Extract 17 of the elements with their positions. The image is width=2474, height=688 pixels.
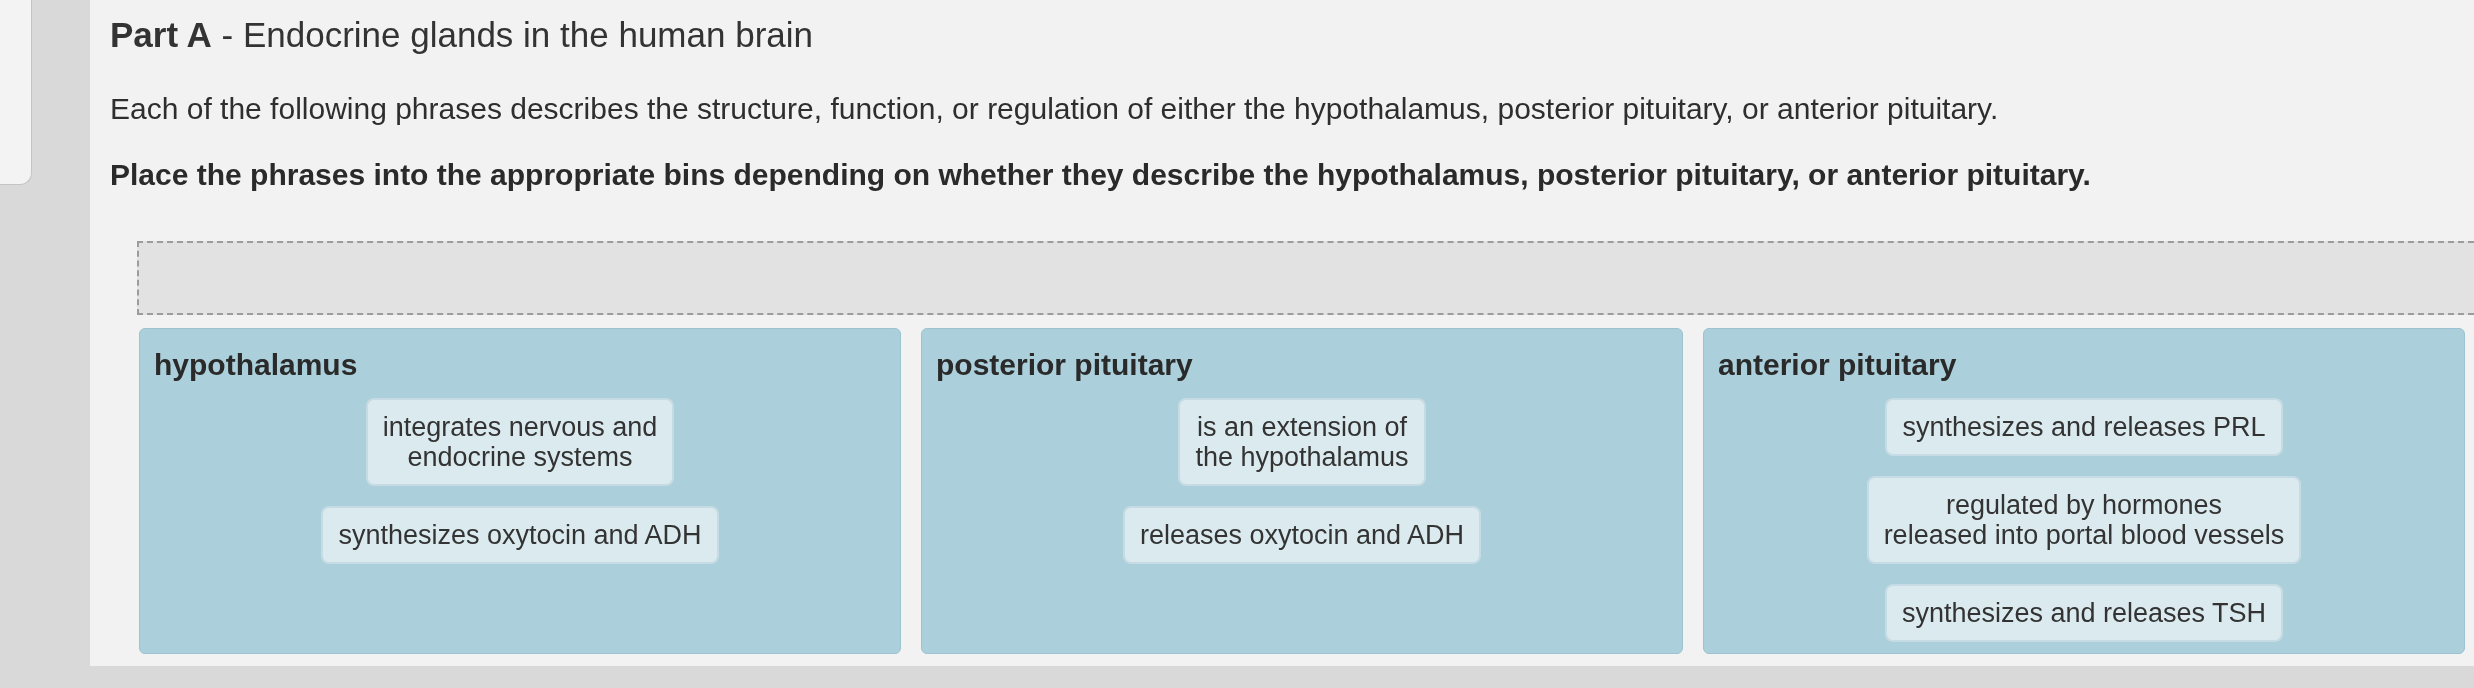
drop-zone[interactable]	[137, 241, 2474, 315]
category-bin[interactable]: anterior pituitary synthesizes and releases PRL regulated by hormones released into portal blood vessels synthesizes and releases TSH	[1703, 328, 2465, 654]
phrase-card[interactable]: synthesizes and releases PRL	[1885, 398, 2283, 456]
description-text: Each of the following phrases describes the structure, function, or regulation of either the hypothalamus, posterior pituitary, or anterior pituitary.	[110, 92, 1999, 126]
part-title: Part A - Endocrine glands in the human brain	[110, 14, 813, 56]
phrase-card[interactable]: regulated by hormones released into portal blood vessels	[1866, 476, 2302, 564]
phrase-card[interactable]: integrates nervous and endocrine systems	[365, 398, 675, 486]
bin-label: posterior pituitary	[936, 347, 1193, 383]
phrase-card[interactable]: is an extension of the hypothalamus	[1178, 398, 1426, 486]
phrase-card[interactable]: synthesizes oxytocin and ADH	[321, 506, 719, 564]
instruction-text: Place the phrases into the appropriate bins depending on whether they describe the hypothalamus, posterior pituitary, or anterior pituitary.	[110, 158, 2091, 192]
category-bin[interactable]: posterior pituitary is an extension of the hypothalamus releases oxytocin and ADH	[921, 328, 1683, 654]
phrase-card[interactable]: synthesizes and releases TSH	[1884, 584, 2284, 642]
category-bin[interactable]: hypothalamus integrates nervous and endocrine systems synthesizes oxytocin and ADH	[139, 328, 901, 654]
phrase-card[interactable]: releases oxytocin and ADH	[1122, 506, 1482, 564]
bin-label: hypothalamus	[154, 347, 358, 383]
bin-label: anterior pituitary	[1718, 347, 1957, 383]
